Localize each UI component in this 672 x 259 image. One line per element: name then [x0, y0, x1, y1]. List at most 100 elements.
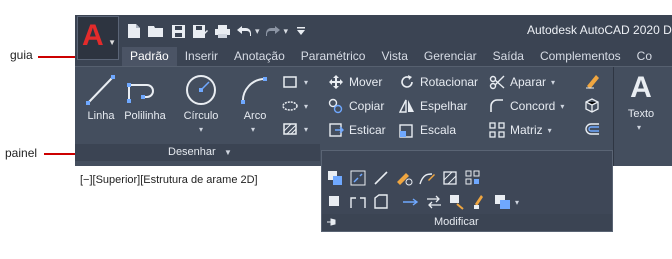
ellipse-dropdown-icon[interactable]: ▾: [304, 102, 308, 111]
polyline-label: Polilinha: [124, 110, 166, 122]
tab-anotacao[interactable]: Anotação: [226, 47, 293, 66]
tab-colaborar[interactable]: Co: [629, 47, 660, 66]
redo-icon[interactable]: [264, 22, 282, 40]
rectangle-dropdown-icon[interactable]: ▾: [304, 78, 308, 87]
stretch-button[interactable]: Esticar: [328, 122, 386, 138]
line-label: Linha: [87, 110, 115, 122]
scale-button[interactable]: Escala: [399, 122, 456, 138]
text-icon: A: [630, 71, 652, 104]
new-icon[interactable]: [125, 22, 143, 40]
fillet-dropdown-icon[interactable]: ▾: [560, 102, 564, 111]
rectangle-icon[interactable]: [281, 73, 299, 91]
explode-icon[interactable]: [583, 96, 601, 114]
chamfer-icon[interactable]: [372, 193, 390, 211]
mirror-label: Espelhar: [420, 99, 468, 113]
trim-dropdown-icon[interactable]: ▾: [551, 78, 555, 87]
stretch-label: Esticar: [349, 123, 386, 137]
tab-saida[interactable]: Saída: [485, 47, 532, 66]
tab-complementos[interactable]: Complementos: [532, 47, 629, 66]
modify-panel-title-bar[interactable]: Modificar: [322, 214, 612, 231]
circle-icon: [186, 75, 216, 105]
tab-inserir[interactable]: Inserir: [177, 47, 226, 66]
text-label: Texto: [627, 108, 655, 120]
rotate-label: Rotacionar: [420, 75, 479, 89]
print-icon[interactable]: [213, 22, 231, 40]
ribbon-tabs: Padrão Inserir Anotação Paramétrico Vist…: [122, 47, 660, 66]
draw-order-icon[interactable]: [326, 169, 344, 187]
line-icon: [86, 75, 115, 105]
edit-array-icon[interactable]: [464, 169, 482, 187]
redo-dropdown-icon[interactable]: ▾: [284, 26, 289, 37]
brush-icon[interactable]: [471, 193, 489, 211]
arc-button[interactable]: Arco ▾: [237, 73, 273, 134]
copy-to-layer-icon[interactable]: [494, 193, 512, 211]
arc-label: Arco: [243, 110, 267, 122]
edit-hatch-icon[interactable]: [441, 169, 459, 187]
lengthen-icon[interactable]: [372, 169, 390, 187]
tab-vista[interactable]: Vista: [373, 47, 415, 66]
application-menu-button[interactable]: A ▼: [77, 16, 119, 60]
copy-to-layer-dropdown-icon[interactable]: ▾: [515, 198, 519, 207]
title-bar: A ▼ ▾ ▾ Autodesk AutoCAD 2020 D: [75, 15, 672, 60]
autocad-window: A ▼ ▾ ▾ Autodesk AutoCAD 2020 D Padrão I…: [75, 15, 672, 166]
circle-dropdown-icon[interactable]: ▾: [199, 125, 203, 134]
hatch-icon[interactable]: [281, 120, 299, 138]
break-at-point-icon[interactable]: [349, 169, 367, 187]
panel-divider: [613, 67, 614, 166]
polyline-button[interactable]: Polilinha: [121, 73, 169, 125]
fillet-icon: [489, 98, 505, 114]
rotate-button[interactable]: Rotacionar: [399, 74, 478, 90]
erase-icon[interactable]: [583, 72, 601, 90]
draw-panel-expand-icon[interactable]: ▼: [224, 148, 232, 157]
scale-label: Escala: [420, 123, 457, 137]
move-label: Mover: [349, 75, 383, 89]
tab-padrao[interactable]: Padrão: [122, 47, 177, 66]
mirror-button[interactable]: Espelhar: [399, 98, 467, 114]
match-properties-icon[interactable]: [448, 193, 466, 211]
polyline-icon: [127, 83, 154, 103]
viewport-controls[interactable]: [−][Superior][Estrutura de arame 2D]: [80, 174, 258, 186]
draw-panel-title-bar[interactable]: Desenhar ▼: [75, 144, 320, 161]
tab-parametrico[interactable]: Paramétrico: [293, 47, 374, 66]
array-dropdown-icon[interactable]: ▾: [548, 126, 552, 135]
move-icon: [328, 74, 344, 90]
line-button[interactable]: Linha: [83, 73, 119, 125]
ellipse-icon[interactable]: [281, 97, 299, 115]
modify-panel-expanded: ▾ Modificar: [321, 150, 613, 232]
text-button[interactable]: A Texto ▾: [621, 71, 661, 132]
save-icon[interactable]: [169, 22, 187, 40]
copy-label: Copiar: [349, 99, 385, 113]
save-as-icon[interactable]: [191, 22, 209, 40]
array-icon: [489, 122, 505, 138]
undo-dropdown-icon[interactable]: ▾: [255, 26, 260, 37]
copy-button[interactable]: Copiar: [328, 98, 384, 114]
text-dropdown-icon[interactable]: ▾: [637, 123, 641, 132]
app-logo: A: [82, 19, 104, 52]
modify-panel-title: Modificar: [434, 216, 479, 228]
offset-icon[interactable]: [583, 120, 601, 138]
hatch-dropdown-icon[interactable]: ▾: [304, 125, 308, 134]
circle-button[interactable]: Círculo ▾: [179, 73, 223, 134]
reverse-icon[interactable]: [425, 193, 443, 211]
array-label: Matriz: [510, 123, 543, 137]
tab-gerenciar[interactable]: Gerenciar: [416, 47, 485, 66]
edit-polyline-icon[interactable]: [395, 169, 413, 187]
trim-button[interactable]: Aparar ▾: [489, 74, 555, 90]
arc-icon: [241, 77, 267, 104]
array-button[interactable]: Matriz ▾: [489, 122, 552, 138]
align-icon[interactable]: [402, 193, 420, 211]
open-icon[interactable]: [147, 22, 165, 40]
edit-spline-icon[interactable]: [418, 169, 436, 187]
customize-icon[interactable]: [292, 22, 310, 40]
trim-icon: [489, 74, 505, 90]
scale-icon: [399, 122, 415, 138]
pin-icon[interactable]: [326, 217, 338, 227]
join-icon[interactable]: [349, 193, 367, 211]
fillet-button[interactable]: Concord ▾: [489, 98, 564, 114]
break-icon[interactable]: [326, 193, 344, 211]
mirror-icon: [399, 98, 415, 114]
window-title: Autodesk AutoCAD 2020 D: [527, 23, 672, 37]
undo-icon[interactable]: [235, 22, 253, 40]
move-button[interactable]: Mover: [328, 74, 382, 90]
arc-dropdown-icon[interactable]: ▾: [251, 125, 255, 134]
